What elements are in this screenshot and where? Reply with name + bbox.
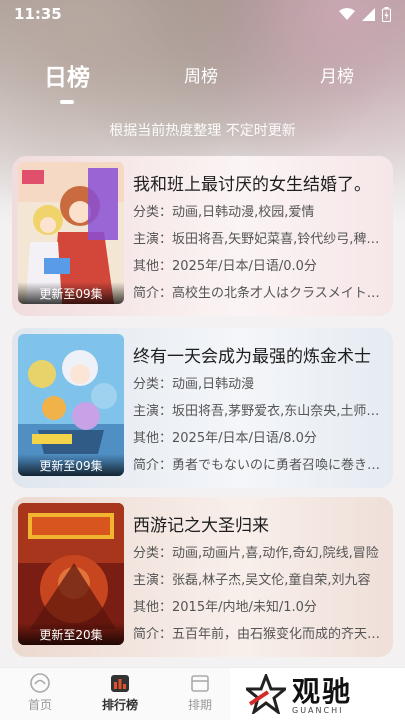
tab-monthly[interactable]: 月榜 (320, 62, 354, 87)
nav-ranking-label: 排行榜 (101, 698, 138, 712)
card-category: 分类：动画,日韩动漫,校园,爱情 (133, 205, 315, 220)
ranking-card[interactable]: 更新至20集 西游记之大圣归来 分类：动画,动画片,喜,动作,奇幻,院线,冒险 … (12, 497, 393, 657)
nav-schedule-label: 排期 (187, 698, 212, 712)
card-other: 其他：2025年/日本/日语/0.0分 (133, 259, 317, 274)
card-cast: 主演：张磊,林子杰,吴文伦,童自荣,刘九容 (133, 573, 371, 588)
signal-icon (362, 7, 375, 21)
card-category: 分类：动画,日韩动漫 (133, 377, 255, 392)
schedule-icon (191, 675, 209, 692)
card-other: 其他：2015年/内地/未知/1.0分 (133, 600, 317, 615)
nav-ranking[interactable]: 排行榜 (90, 672, 150, 713)
nav-schedule[interactable]: 排期 (170, 672, 230, 713)
card-title: 我和班上最讨厌的女生结婚了。 (133, 175, 371, 195)
nav-home[interactable]: 首页 (10, 672, 70, 713)
nav-home-label: 首页 (27, 698, 52, 712)
ranking-tabs: 日榜 周榜 月榜 (0, 62, 405, 102)
episode-badge: 更新至20集 (18, 623, 124, 645)
status-bar: 11:35 (0, 0, 405, 28)
watermark-subtext: GUANCHI (292, 706, 344, 715)
card-cast: 主演：坂田将吾,矢野妃菜喜,铃代纱弓,稗田宁宁 (133, 232, 391, 247)
status-time: 11:35 (14, 5, 62, 23)
card-other: 其他：2025年/日本/日语/8.0分 (133, 431, 317, 446)
card-title: 终有一天会成为最强的炼金术士 (133, 347, 371, 367)
ranking-card[interactable]: 更新至09集 我和班上最讨厌的女生结婚了。 分类：动画,日韩动漫,校园,爱情 主… (12, 156, 393, 316)
card-cast: 主演：坂田将吾,茅野爱衣,东山奈央,土师孝也 (133, 404, 391, 419)
tab-daily[interactable]: 日榜 (44, 58, 90, 92)
card-intro: 简介：五百年前，由石猴变化而成的齐天大圣孙悟空 (133, 627, 391, 642)
poster-image[interactable]: 更新至09集 (18, 334, 124, 476)
watermark-text: 观驰 (292, 675, 353, 708)
ranking-icon (111, 675, 129, 692)
poster-image[interactable]: 更新至09集 (18, 162, 124, 304)
tab-indicator (60, 100, 74, 104)
star-logo-icon (246, 674, 286, 714)
tab-weekly[interactable]: 周榜 (184, 62, 218, 87)
ranking-card[interactable]: 更新至09集 终有一天会成为最强的炼金术士 分类：动画,日韩动漫 主演：坂田将吾… (12, 328, 393, 488)
status-icons (339, 6, 391, 22)
card-intro: 简介：勇者でもないのに勇者召喚に巻き込まれ (133, 458, 391, 473)
poster-image[interactable]: 更新至20集 (18, 503, 124, 645)
episode-badge: 更新至09集 (18, 282, 124, 304)
wifi-icon (339, 7, 355, 20)
card-category: 分类：动画,动画片,喜,动作,奇幻,院线,冒险 (133, 546, 379, 561)
episode-badge: 更新至09集 (18, 454, 124, 476)
watermark: 观驰 GUANCHI (230, 668, 405, 720)
card-intro: 简介：高校生の北条才人はクラスメイトの桜森朱音と (133, 286, 391, 301)
home-icon (30, 673, 50, 693)
battery-icon (382, 6, 391, 22)
page-subtitle: 根据当前热度整理 不定时更新 (109, 123, 296, 139)
card-title: 西游记之大圣归来 (133, 516, 269, 536)
